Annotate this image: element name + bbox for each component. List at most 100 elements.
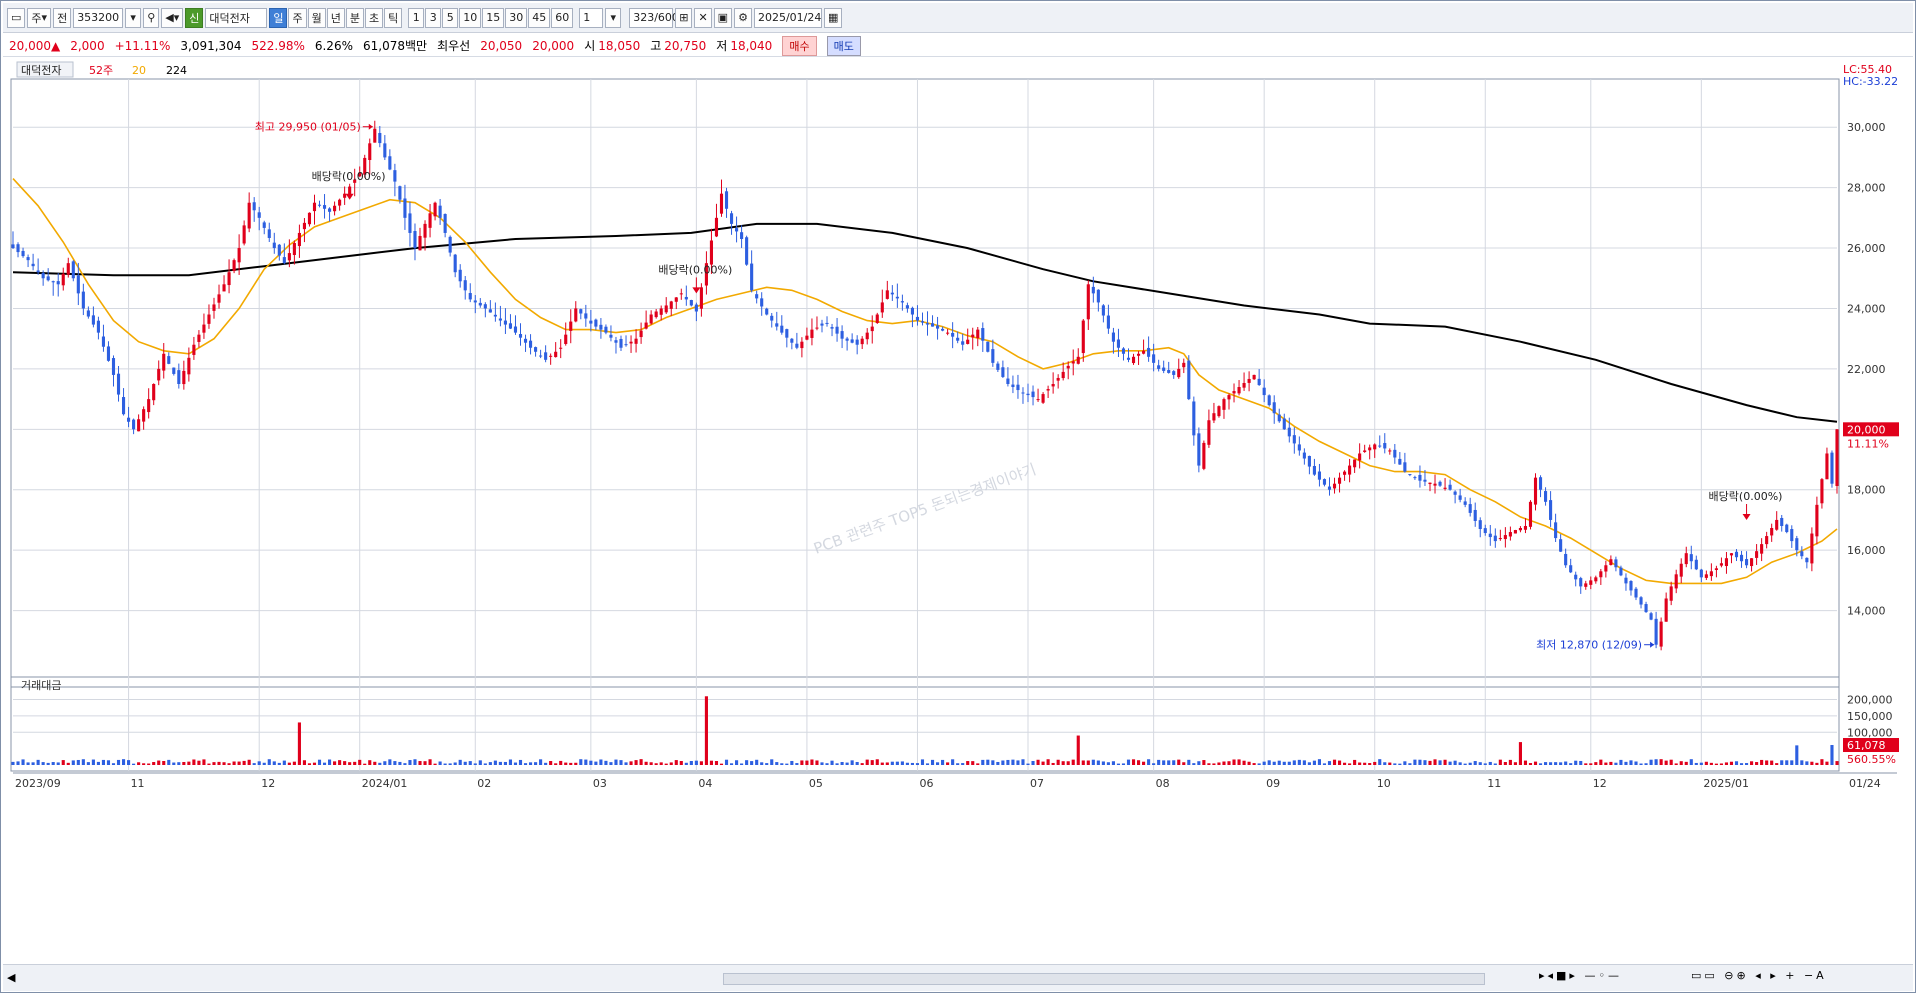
- volume-bar-221: [1121, 763, 1126, 765]
- tab-period-1[interactable]: 주: [288, 7, 307, 28]
- volume-bar-327: [1654, 759, 1658, 765]
- volume-bar-165: [840, 762, 844, 765]
- candle-body-175: [890, 292, 894, 295]
- candle-body-81: [418, 235, 422, 251]
- volume-bar-62: [322, 762, 327, 765]
- sell-button[interactable]: 매도: [826, 35, 861, 56]
- interval-button-1[interactable]: 1: [408, 7, 425, 28]
- candle-body-123: [629, 341, 633, 344]
- candle-body-219: [1111, 332, 1115, 342]
- open-value: 18,050: [598, 38, 641, 53]
- volume-bar-136: [694, 760, 698, 765]
- volume-bar-229: [1162, 760, 1166, 765]
- volume-bar-162: [825, 763, 829, 765]
- candle-body-53: [277, 244, 281, 256]
- volume-value: 3,091,304: [180, 38, 242, 53]
- candle-body-86: [443, 213, 447, 233]
- candle-body-293: [1483, 528, 1487, 534]
- save-icon[interactable]: ▣: [713, 7, 733, 28]
- tab-period-2[interactable]: 월: [307, 7, 326, 28]
- volume-bar-159: [810, 759, 814, 765]
- volume-bar-358: [1810, 761, 1814, 765]
- unit-dropdown-icon[interactable]: ▾: [605, 7, 622, 28]
- zoom-controls[interactable]: ▭▭ ⊖⊕ ◂ ▸ + −A: [1691, 969, 1827, 982]
- type-select[interactable]: 주 ▾: [27, 7, 52, 28]
- search-icon[interactable]: ⚲: [143, 7, 160, 28]
- candle-body-118: [604, 326, 608, 333]
- interval-button-5[interactable]: 5: [442, 7, 459, 28]
- candle-body-62: [322, 205, 327, 209]
- candle-body-351: [1775, 519, 1779, 530]
- volume-bar-31: [167, 759, 171, 765]
- volume-bar-312: [1579, 760, 1583, 765]
- date-input[interactable]: 2025/01/24: [753, 7, 822, 28]
- market-button[interactable]: 전: [53, 7, 72, 28]
- volume-bar-204: [1036, 759, 1040, 765]
- interval-button-3[interactable]: 3: [425, 7, 442, 28]
- count-field[interactable]: 323/600: [629, 7, 679, 28]
- interval-button-30[interactable]: 30: [505, 7, 528, 28]
- candle-body-100: [513, 326, 518, 333]
- tab-period-6[interactable]: 틱: [384, 7, 403, 28]
- price-tick-label-0: 14,000: [1847, 605, 1886, 618]
- volume-bar-170: [865, 759, 869, 765]
- volume-bar-240: [1217, 762, 1221, 765]
- volume-bar-347: [1755, 762, 1759, 765]
- stock-name-field[interactable]: 대덕전자: [205, 7, 268, 28]
- volume-bar-192: [976, 763, 980, 765]
- candle-body-166: [845, 338, 849, 341]
- interval-button-15[interactable]: 15: [482, 7, 505, 28]
- scroll-thumb[interactable]: [723, 973, 1485, 985]
- playback-controls[interactable]: ▸◂■▸ —◦—: [1539, 969, 1622, 982]
- gear-icon[interactable]: ⚙: [734, 7, 752, 28]
- candle-body-264: [1337, 477, 1342, 484]
- tab-period-3[interactable]: 년: [326, 7, 345, 28]
- volume-bar-28: [152, 762, 156, 765]
- candle-body-183: [930, 323, 935, 327]
- volume-bar-34: [182, 761, 186, 765]
- volume-bar-3: [26, 762, 30, 765]
- volume-bar-42: [222, 762, 226, 765]
- price-chart[interactable]: 14,000 16,000 18,000 20,000 22,000 24,000 26,0…: [1, 59, 1915, 964]
- unit-input[interactable]: 1: [579, 7, 604, 28]
- high-value: 20,750: [664, 38, 707, 53]
- candle-body-297: [1503, 535, 1507, 540]
- interval-button-10[interactable]: 10: [459, 7, 482, 28]
- candle-body-116: [594, 319, 598, 327]
- code-dropdown-icon[interactable]: ▾: [125, 7, 142, 28]
- dividing-label-2: 배당락(0.00%): [312, 170, 386, 183]
- sound-icon[interactable]: ◀▾: [161, 7, 184, 28]
- cross-icon[interactable]: ✕: [694, 7, 712, 28]
- candle-body-287: [1453, 491, 1457, 495]
- bottom-scrollbar[interactable]: ◀ ▸◂■▸ —◦— ▭▭ ⊖⊕ ◂ ▸ + −A: [3, 964, 1913, 991]
- candle-body-241: [1222, 399, 1226, 410]
- candle-body-194: [986, 341, 990, 352]
- tab-period-4[interactable]: 분: [345, 7, 364, 28]
- candle-body-171: [870, 326, 874, 332]
- scroll-left-icon[interactable]: ◀: [7, 971, 15, 984]
- volume-bar-32: [172, 762, 176, 765]
- candle-body-130: [664, 305, 668, 313]
- candle-body-202: [1026, 393, 1030, 396]
- candle-body-283: [1433, 483, 1437, 486]
- candle-body-289: [1463, 501, 1467, 505]
- volume-bar-133: [679, 761, 683, 765]
- tab-period-0[interactable]: 일: [269, 7, 288, 28]
- candle-body-82: [423, 223, 427, 238]
- volume-bar-259: [1312, 760, 1316, 765]
- buy-button[interactable]: 매수: [782, 35, 817, 56]
- interval-button-45[interactable]: 45: [528, 7, 551, 28]
- tab-period-5[interactable]: 초: [364, 7, 384, 28]
- candle-body-301: [1523, 525, 1528, 530]
- grid-icon[interactable]: ⊞: [675, 7, 693, 28]
- volume-bar-245: [1242, 760, 1246, 765]
- calendar-icon[interactable]: ▦: [823, 7, 843, 28]
- candle-body-142: [724, 191, 729, 209]
- code-input[interactable]: 353200: [73, 7, 124, 28]
- layout-icon[interactable]: ▭: [7, 7, 26, 28]
- candle-body-199: [1011, 384, 1015, 388]
- interval-button-60[interactable]: 60: [551, 7, 574, 28]
- volume-bar-292: [1478, 762, 1482, 765]
- candle-body-3: [26, 257, 30, 261]
- candle-body-222: [1126, 357, 1131, 360]
